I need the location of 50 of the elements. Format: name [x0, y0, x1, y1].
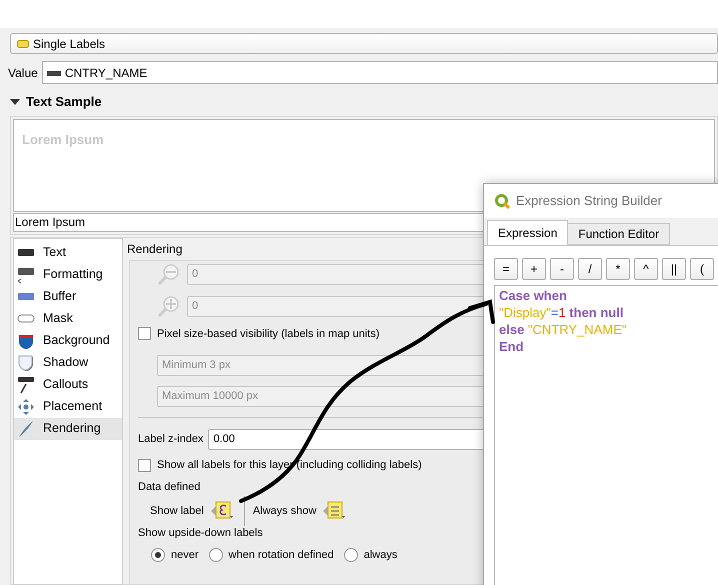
text-style-icon	[17, 266, 35, 284]
expression-editor[interactable]: Case when "Display"=1 then null else "CNTRY_NAME" End	[494, 285, 718, 585]
label-mode-dropdown[interactable]: Single Labels	[10, 33, 718, 54]
upside-down-title: Show upside-down labels	[138, 526, 264, 541]
checkbox[interactable]	[138, 327, 151, 340]
operator-button[interactable]: +	[522, 258, 546, 280]
tab[interactable]: Expression	[487, 220, 568, 245]
label-icon	[17, 40, 29, 48]
collapse-arrow-icon[interactable]	[10, 98, 20, 106]
always-show-text: Always show	[252, 504, 316, 519]
value-field[interactable]: CNTRY_NAME	[42, 61, 718, 84]
section-title: Text Sample	[26, 93, 102, 111]
dialog-title: Expression String Builder	[516, 192, 662, 210]
tab[interactable]: Function Editor	[567, 223, 670, 245]
radio-label: when rotation defined	[228, 548, 334, 562]
show-label-text: Show label	[150, 504, 204, 519]
move-arrows-icon	[17, 398, 35, 416]
radio-label: always	[364, 548, 398, 562]
radio-button[interactable]	[151, 548, 165, 562]
operator-button[interactable]: -	[550, 258, 574, 280]
text-field-icon	[46, 68, 61, 76]
sidebar-item[interactable]: Shadow	[14, 352, 122, 374]
operator-button[interactable]: ||	[662, 258, 686, 280]
sidebar-item[interactable]: Background	[14, 330, 122, 352]
operator-button[interactable]: (	[690, 258, 714, 280]
radio-label: never	[171, 548, 199, 562]
shield-icon	[17, 354, 35, 372]
callout-icon	[17, 376, 35, 394]
app-logo-icon	[494, 193, 510, 209]
sidebar-item[interactable]: Text	[14, 242, 122, 264]
panel-title: Rendering	[127, 240, 184, 258]
radio-button[interactable]	[344, 548, 358, 562]
sidebar-item[interactable]: Rendering	[14, 418, 122, 440]
sidebar-item[interactable]: Mask	[14, 308, 122, 330]
sidebar-item[interactable]: Formatting	[14, 264, 122, 286]
operator-button[interactable]: /	[578, 258, 602, 280]
radio-button[interactable]	[208, 548, 223, 562]
operator-button[interactable]: *	[606, 258, 630, 280]
checkbox-label: Pixel size-based visibility (labels in map units)	[157, 326, 380, 342]
brush-icon	[17, 420, 35, 438]
operator-button[interactable]: =	[494, 258, 518, 280]
sidebar-item[interactable]: Callouts	[14, 374, 122, 396]
expression-button-icon[interactable]	[210, 501, 236, 521]
value-label: Value	[8, 64, 38, 82]
checkbox[interactable]	[138, 458, 151, 472]
sidebar-item[interactable]: Placement	[14, 396, 122, 418]
sidebar-item[interactable]: Buffer	[14, 286, 122, 308]
operator-button[interactable]: ^	[634, 258, 658, 280]
z-index-label: Label z-index	[138, 432, 204, 448]
data-defined-title: Data defined	[138, 480, 202, 494]
